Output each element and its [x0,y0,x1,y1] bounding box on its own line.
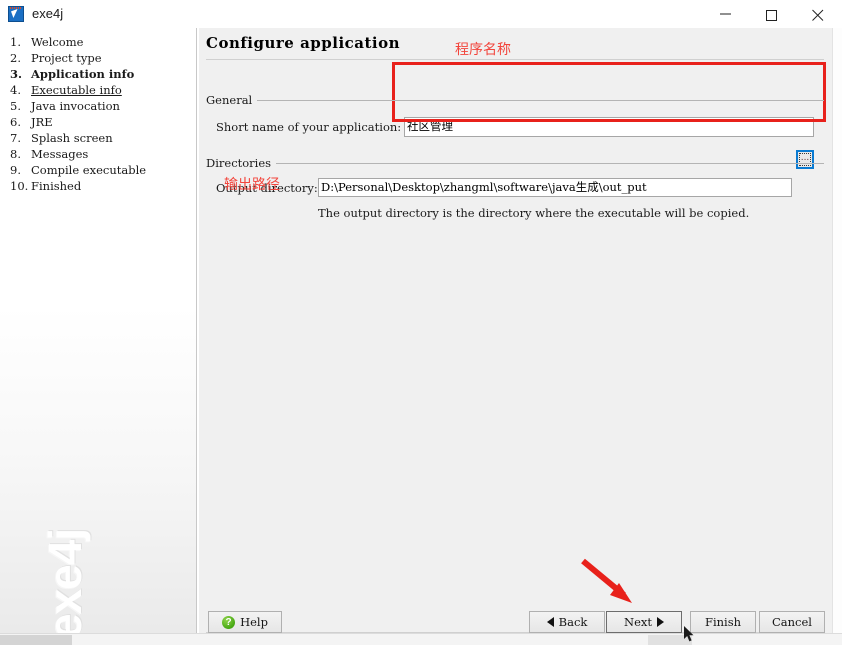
sidebar-item-finished[interactable]: 10. Finished [10,178,196,194]
step-number: 6. [10,115,21,129]
step-label: Welcome [31,35,84,49]
step-number: 4. [10,83,21,97]
cancel-button-label: Cancel [772,615,812,629]
exe4j-wizard-window: exe4j 1. Welcome 2. Project type 3. Applica… [0,0,842,645]
help-button[interactable]: ? Help [208,611,282,633]
step-number: 8. [10,147,21,161]
step-label: Splash screen [31,131,113,145]
directories-group-title: Directories [206,156,277,170]
sidebar-item-messages[interactable]: 8. Messages [10,146,196,162]
wizard-step-list: 1. Welcome 2. Project type 3. Application i… [10,34,196,194]
sidebar-item-welcome[interactable]: 1. Welcome [10,34,196,50]
maximize-icon [766,10,777,21]
help-icon: ? [222,615,236,629]
exe4j-app-icon [8,6,24,22]
step-label: Compile executable [31,163,147,177]
back-button[interactable]: Back [529,611,605,633]
step-number: 9. [10,163,21,177]
main-content-panel: Configure application General Short name… [199,28,832,633]
app-icon-cursor-glyph [11,9,20,18]
step-number: 1. [10,35,21,49]
step-number: 2. [10,51,21,65]
browse-directory-button[interactable]: ... [796,150,814,169]
next-button-label: Next [624,615,652,629]
sidebar-item-splash-screen[interactable]: 7. Splash screen [10,130,196,146]
sidebar-item-jre[interactable]: 6. JRE [10,114,196,130]
step-label: Application info [31,67,135,81]
ellipsis-icon: ... [799,153,811,166]
close-button[interactable] [796,0,842,28]
next-button[interactable]: Next [606,611,682,633]
cancel-button[interactable]: Cancel [759,611,825,633]
arrow-left-icon [546,617,554,627]
arrow-right-icon [656,617,664,627]
annotation-output-path: 输出路径 [224,176,280,192]
wizard-step-sidebar: 1. Welcome 2. Project type 3. Application i… [0,28,196,633]
step-label: Executable info [31,83,122,97]
general-group-line [206,100,824,101]
help-button-label: Help [240,615,268,629]
vertical-scrollbar[interactable] [832,28,842,633]
exe4j-watermark: exe4j [39,528,91,633]
horizontal-scrollbar-thumb-left[interactable] [0,635,72,645]
minimize-button[interactable] [704,0,750,28]
window-title: exe4j [32,6,64,21]
step-label: Messages [31,147,89,161]
short-name-input[interactable]: 社区管理 [404,117,814,137]
finish-button-label: Finish [704,615,742,629]
output-directory-input[interactable]: D:\Personal\Desktop\zhangml\software\jav… [318,178,792,197]
step-label: Java invocation [31,99,120,113]
maximize-button[interactable] [750,0,796,28]
horizontal-scrollbar-thumb-right[interactable] [648,635,692,645]
short-name-label: Short name of your application: [216,120,402,134]
step-number: 5. [10,99,21,113]
sidebar-item-project-type[interactable]: 2. Project type [10,50,196,66]
sidebar-item-application-info[interactable]: 3. Application info [10,66,196,82]
sidebar-item-compile-executable[interactable]: 9. Compile executable [10,162,196,178]
close-icon [812,9,824,21]
step-number: 10. [10,179,29,193]
step-label: Project type [31,51,102,65]
step-number: 3. [10,67,23,81]
step-label: JRE [31,115,53,129]
sidebar-item-java-invocation[interactable]: 5. Java invocation [10,98,196,114]
general-group-title: General [206,93,258,107]
page-title: Configure application [206,34,401,52]
sidebar-item-executable-info[interactable]: 4. Executable info [10,82,196,98]
horizontal-scrollbar[interactable] [0,633,842,645]
finish-button[interactable]: Finish [690,611,756,633]
minimize-icon [720,13,731,15]
heading-divider [206,59,824,60]
annotation-program-name: 程序名称 [455,41,511,57]
directories-group-line [206,163,824,164]
step-number: 7. [10,131,21,145]
title-bar: exe4j [0,0,842,29]
output-directory-hint: The output directory is the directory wh… [318,206,750,220]
step-label: Finished [31,179,82,193]
back-button-label: Back [558,615,588,629]
